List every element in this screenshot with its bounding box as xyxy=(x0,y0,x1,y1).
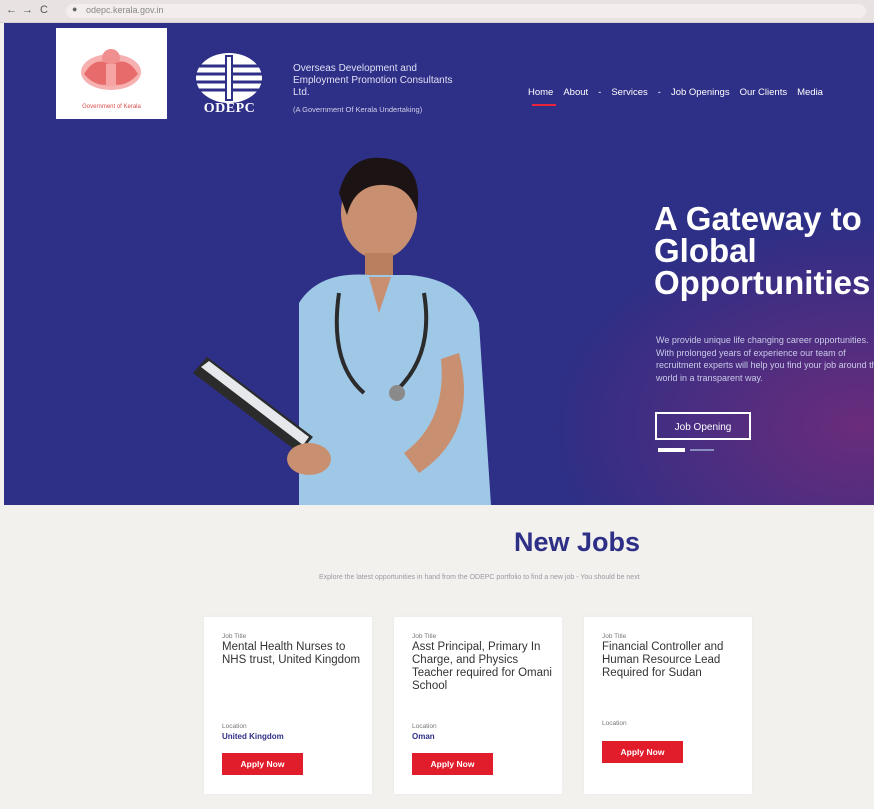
job-card[interactable]: Job Title Asst Principal, Primary In Cha… xyxy=(394,617,562,794)
nav-active-indicator xyxy=(532,104,556,106)
nav-job-openings[interactable]: Job Openings xyxy=(671,87,730,98)
nav-services[interactable]: Services xyxy=(611,87,647,98)
forward-icon[interactable]: → xyxy=(22,4,33,16)
org-subtitle: (A Government Of Kerala Undertaking) xyxy=(293,105,423,114)
job-location: United Kingdom xyxy=(222,732,284,741)
nav-separator: - xyxy=(657,87,661,98)
kerala-emblem-icon xyxy=(81,49,141,90)
url-text: odepc.kerala.gov.in xyxy=(86,5,164,15)
hero-section: Government of Kerala ODEPC Overseas Deve… xyxy=(4,23,874,505)
location-label: Location xyxy=(602,720,627,727)
hero-description: We provide unique life changing career o… xyxy=(656,335,874,383)
job-card[interactable]: Job Title Financial Controller and Human… xyxy=(584,617,752,794)
new-jobs-title: New Jobs xyxy=(513,527,641,557)
lock-icon: ● xyxy=(72,4,78,14)
nav-media[interactable]: Media xyxy=(797,87,823,98)
hero-title: A Gateway to Global Opportunities xyxy=(654,200,871,301)
apply-now-button[interactable]: Apply Now xyxy=(222,753,303,775)
nav-home[interactable]: Home xyxy=(528,87,553,98)
job-opening-button[interactable]: Job Opening xyxy=(655,412,751,440)
job-title-label: Job Title xyxy=(602,633,627,640)
nurse-image xyxy=(193,157,491,505)
reload-icon[interactable]: C xyxy=(40,4,48,16)
job-title-label: Job Title xyxy=(412,633,437,640)
location-label: Location xyxy=(412,723,437,730)
slider-dot[interactable] xyxy=(690,449,714,451)
address-bar[interactable]: ● odepc.kerala.gov.in xyxy=(66,4,866,18)
main-nav: Home About - Services - Job Openings Our… xyxy=(528,87,823,106)
job-location: Oman xyxy=(412,732,435,741)
job-title[interactable]: Asst Principal, Primary In Charge, and P… xyxy=(412,641,552,693)
kerala-logo[interactable]: Government of Kerala xyxy=(56,28,167,119)
slider-dot-active[interactable] xyxy=(658,448,685,452)
apply-now-button[interactable]: Apply Now xyxy=(412,753,493,775)
back-icon[interactable]: ← xyxy=(6,4,17,16)
job-title-label: Job Title xyxy=(222,633,247,640)
odepc-wordmark: ODEPC xyxy=(203,101,256,116)
nav-about[interactable]: About xyxy=(563,87,588,98)
apply-now-button[interactable]: Apply Now xyxy=(602,741,683,763)
org-name: Overseas Development and Employment Prom… xyxy=(293,63,453,98)
nav-our-clients[interactable]: Our Clients xyxy=(740,87,788,98)
location-label: Location xyxy=(222,723,247,730)
browser-toolbar: ← → C ● odepc.kerala.gov.in xyxy=(0,0,874,23)
job-card[interactable]: Job Title Mental Health Nurses to NHS tr… xyxy=(204,617,372,794)
new-jobs-subtitle: Explore the latest opportunities in hand… xyxy=(319,574,640,581)
job-title[interactable]: Financial Controller and Human Resource … xyxy=(602,641,742,680)
kerala-caption: Government of Kerala xyxy=(82,104,141,110)
job-title[interactable]: Mental Health Nurses to NHS trust, Unite… xyxy=(222,641,362,667)
nav-separator: - xyxy=(598,87,602,98)
